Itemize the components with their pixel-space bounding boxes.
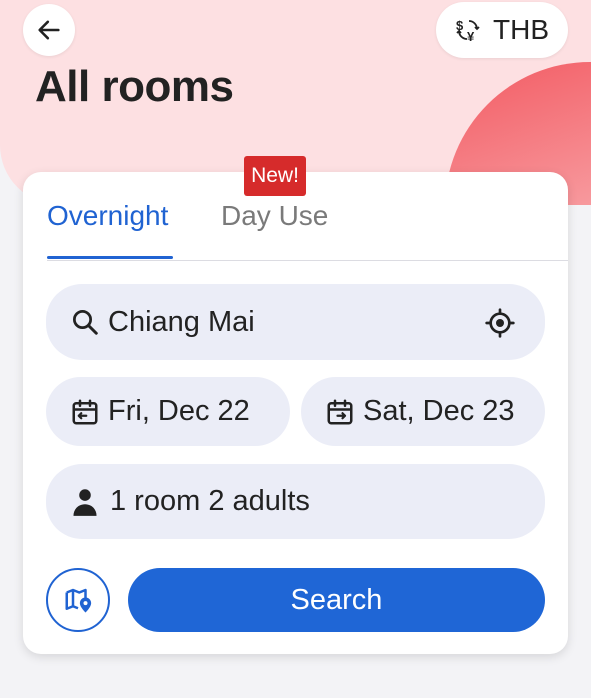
currency-exchange-icon: $ ¥ (456, 18, 480, 43)
search-icon (73, 310, 98, 335)
search-button[interactable]: Search (128, 568, 545, 632)
back-arrow-icon (38, 20, 60, 40)
back-button[interactable] (23, 4, 75, 56)
tab-overnight[interactable]: Overnight (47, 200, 168, 232)
guests-value: 1 room 2 adults (110, 485, 310, 517)
tab-selected-indicator (47, 256, 173, 259)
calendar-checkin-icon (72, 399, 98, 424)
svg-text:¥: ¥ (467, 29, 475, 43)
checkin-date-field[interactable]: Fri, Dec 22 (46, 377, 290, 446)
guests-field[interactable]: 1 room 2 adults (46, 464, 545, 539)
checkout-date-field[interactable]: Sat, Dec 23 (301, 377, 545, 446)
page-title: All rooms (35, 62, 234, 111)
destination-field[interactable]: Chiang Mai (46, 284, 545, 360)
search-card: Overnight Day Use New! Chiang Mai Fri, D… (23, 156, 568, 654)
map-pin-icon (65, 588, 92, 613)
checkin-date-value: Fri, Dec 22 (108, 395, 250, 427)
locate-icon (485, 308, 515, 338)
destination-value: Chiang Mai (108, 305, 255, 338)
tabs-divider (47, 260, 568, 261)
locate-button[interactable] (483, 306, 517, 340)
currency-label: THB (493, 14, 549, 45)
checkout-date-value: Sat, Dec 23 (363, 395, 515, 427)
map-button[interactable] (46, 568, 110, 632)
tab-bar: Overnight Day Use New! (23, 156, 568, 262)
new-badge: New! (244, 156, 306, 196)
tab-day-use[interactable]: Day Use (221, 200, 328, 232)
currency-button[interactable]: $ ¥ THB (436, 2, 568, 58)
calendar-checkout-icon (327, 399, 353, 424)
person-icon (73, 488, 97, 516)
